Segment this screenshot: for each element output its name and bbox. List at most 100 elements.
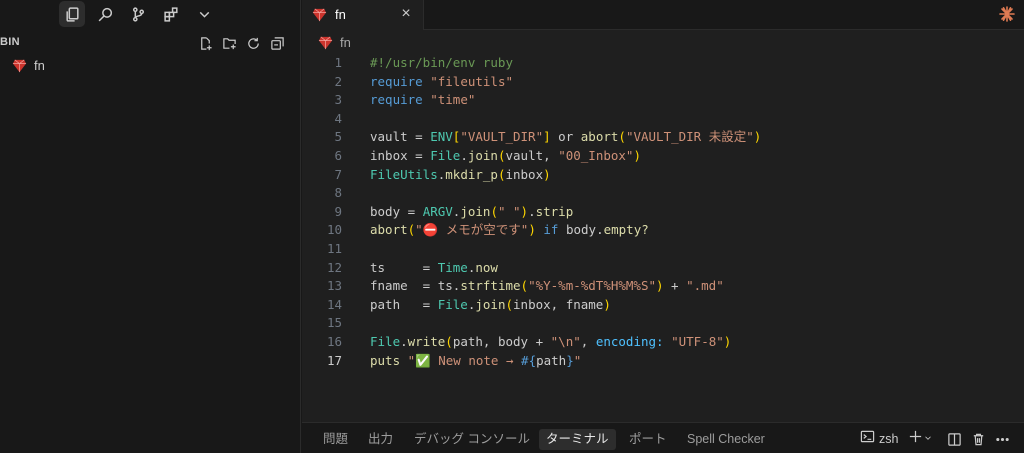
tab-bar: fn × bbox=[302, 0, 1024, 30]
code-token: path bbox=[536, 352, 567, 368]
tab-label: fn bbox=[335, 7, 346, 22]
code-token: File bbox=[370, 333, 401, 349]
code-token: require bbox=[370, 92, 423, 108]
code-token: ( bbox=[445, 333, 453, 349]
code-token: Time bbox=[437, 259, 468, 275]
code-line[interactable]: 10 abort("⛔ メモが空です") if body.empty? bbox=[302, 221, 1024, 240]
new-folder-icon[interactable] bbox=[220, 34, 238, 52]
code-line[interactable]: 2 require "fileutils" bbox=[302, 73, 1024, 92]
code-token: ) bbox=[656, 278, 664, 294]
code-token: ".md" bbox=[686, 278, 724, 294]
code-token: ( bbox=[497, 147, 506, 163]
plus-icon bbox=[908, 429, 923, 449]
source-control-icon[interactable] bbox=[125, 1, 151, 27]
code-token: ( bbox=[505, 296, 514, 312]
tab-fn[interactable]: fn × bbox=[302, 0, 424, 30]
file-tree-item[interactable]: fn bbox=[0, 56, 301, 76]
code-token: "time" bbox=[430, 92, 476, 108]
line-number: 12 bbox=[326, 259, 342, 275]
collapse-all-icon[interactable] bbox=[268, 34, 286, 52]
line-content: inbox = File.join(vault, "00_Inbox") bbox=[370, 147, 641, 166]
refresh-icon[interactable] bbox=[244, 34, 262, 52]
line-number: 5 bbox=[334, 129, 342, 145]
panel-tab-terminal[interactable]: ターミナル bbox=[539, 429, 616, 450]
panel-tab-output[interactable]: 出力 bbox=[361, 429, 400, 450]
code-line[interactable]: 14 path = File.join(inbox, fname) bbox=[302, 296, 1024, 315]
trash-icon[interactable] bbox=[971, 429, 986, 449]
panel-tab-debug-console[interactable]: デバッグ コンソール bbox=[407, 429, 537, 450]
line-content: File.write(path, body + "\n", encoding: … bbox=[370, 333, 731, 352]
code-token: abort bbox=[370, 222, 408, 238]
line-content: body = ARGV.join(" ").strip bbox=[370, 203, 573, 222]
terminal-icon bbox=[860, 429, 875, 449]
line-number: 4 bbox=[334, 110, 342, 126]
extensions-icon[interactable] bbox=[158, 1, 184, 27]
terminal-name: zsh bbox=[879, 432, 899, 446]
new-terminal-button[interactable] bbox=[908, 429, 933, 449]
code-token: ) bbox=[603, 296, 611, 312]
ruby-file-icon bbox=[312, 7, 327, 22]
code-line[interactable]: 12 ts = Time.now bbox=[302, 259, 1024, 278]
split-icon[interactable] bbox=[947, 429, 962, 449]
sidebar-view-switcher bbox=[0, 0, 301, 30]
code-token: vault, bbox=[505, 147, 559, 163]
code-token: "fileutils" bbox=[430, 73, 514, 89]
terminal-selector[interactable]: zsh bbox=[860, 429, 898, 449]
code-line[interactable]: 6 inbox = File.join(vault, "00_Inbox") bbox=[302, 147, 1024, 166]
code-line[interactable]: 5 vault = ENV["VAULT_DIR"] or abort("VAUL… bbox=[302, 128, 1024, 147]
code-editor[interactable]: 1 #!/usr/bin/env ruby 2 require "fileutils"… bbox=[302, 54, 1024, 370]
code-token: FileUtils bbox=[370, 166, 438, 182]
code-token: "VAULT_DIR" bbox=[460, 129, 544, 145]
code-token: File bbox=[430, 147, 461, 163]
line-number: 7 bbox=[334, 166, 342, 182]
code-token: ) bbox=[753, 129, 762, 145]
code-token: abort bbox=[580, 129, 619, 145]
explorer-section-header[interactable]: BIN bbox=[0, 33, 301, 53]
code-token: "\n" bbox=[550, 333, 581, 349]
code-line[interactable]: 13 fname = ts.strftime("%Y-%m-%dT%H%M%S")… bbox=[302, 277, 1024, 296]
code-line[interactable]: 1 #!/usr/bin/env ruby bbox=[302, 54, 1024, 73]
search-icon[interactable] bbox=[92, 1, 118, 27]
breadcrumb-label: fn bbox=[340, 35, 351, 50]
code-token: , bbox=[580, 333, 596, 349]
code-token: fname = ts. bbox=[370, 278, 461, 294]
chevron-down-icon[interactable] bbox=[191, 1, 217, 27]
line-number: 9 bbox=[334, 203, 342, 219]
code-line[interactable]: 17 puts "✅ New note → #{path}" bbox=[302, 352, 1024, 371]
code-line[interactable]: 7 FileUtils.mkdir_p(inbox) bbox=[302, 166, 1024, 185]
code-line[interactable]: 9 body = ARGV.join(" ").strip bbox=[302, 203, 1024, 222]
code-line[interactable]: 15 bbox=[302, 314, 1024, 333]
code-token: File bbox=[437, 296, 468, 312]
code-line[interactable]: 4 bbox=[302, 110, 1024, 129]
code-token: inbox = bbox=[370, 147, 431, 163]
panel-tab-spell-checker[interactable]: Spell Checker bbox=[680, 429, 772, 450]
code-token: "UTF-8" bbox=[671, 333, 724, 349]
code-token: . bbox=[528, 203, 536, 219]
close-icon[interactable]: × bbox=[398, 6, 414, 22]
code-line[interactable]: 16 File.write(path, body + "\n", encoding… bbox=[302, 333, 1024, 352]
line-content: puts "✅ New note → #{path}" bbox=[370, 352, 581, 371]
code-token: "%Y-%m-%dT%H%M%S" bbox=[528, 278, 656, 294]
explorer-icon[interactable] bbox=[59, 1, 85, 27]
panel-tab-problems[interactable]: 問題 bbox=[316, 429, 355, 450]
line-number: 15 bbox=[326, 315, 342, 331]
panel-tab-ports[interactable]: ポート bbox=[622, 429, 674, 450]
code-token: or bbox=[550, 129, 581, 145]
more-icon[interactable] bbox=[995, 429, 1010, 449]
code-line[interactable]: 8 bbox=[302, 184, 1024, 203]
copilot-icon[interactable] bbox=[998, 5, 1016, 23]
code-line[interactable]: 3 require "time" bbox=[302, 91, 1024, 110]
code-token: join bbox=[475, 296, 506, 312]
line-content: #!/usr/bin/env ruby bbox=[370, 54, 513, 73]
code-token: body. bbox=[558, 222, 604, 238]
code-token: . bbox=[460, 147, 468, 163]
code-line[interactable]: 11 bbox=[302, 240, 1024, 259]
new-file-icon[interactable] bbox=[196, 34, 214, 52]
code-token: strip bbox=[535, 203, 574, 219]
code-token: ( bbox=[520, 278, 529, 294]
ruby-file-icon bbox=[12, 58, 27, 73]
code-token: " " bbox=[497, 203, 521, 219]
code-token: body = bbox=[370, 203, 423, 219]
section-title: BIN bbox=[0, 36, 20, 48]
